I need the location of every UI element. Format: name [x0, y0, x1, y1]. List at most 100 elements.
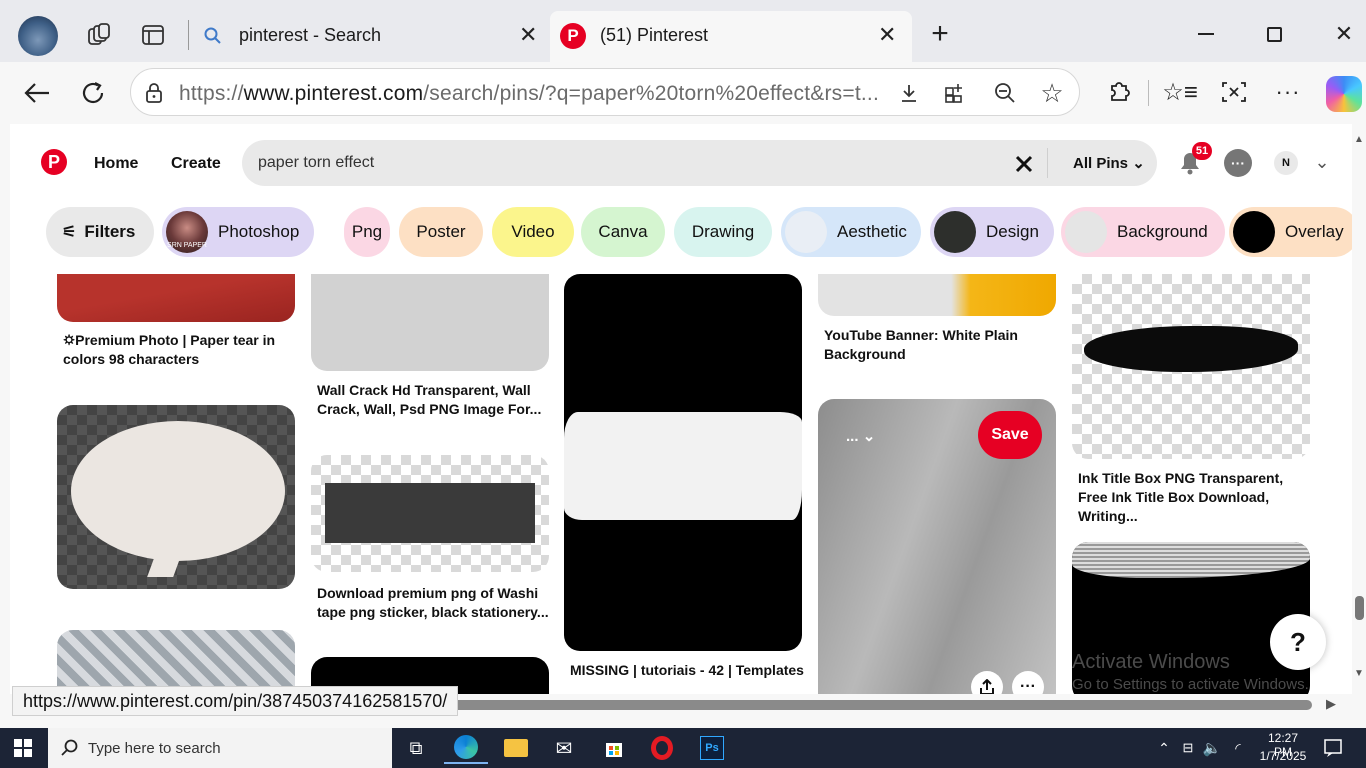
- nav-create[interactable]: Create: [171, 155, 221, 173]
- pin-title[interactable]: Download premium png of Washi tape png s…: [317, 584, 553, 622]
- screenshot-icon[interactable]: [1218, 76, 1250, 108]
- chip-thumbnail: [1233, 211, 1275, 253]
- chip-thumbnail: SRN PAPER: [166, 211, 208, 253]
- toolbar-divider: [1148, 80, 1149, 106]
- workspaces-icon[interactable]: [84, 20, 114, 50]
- chip-aesthetic[interactable]: Aesthetic: [781, 207, 921, 257]
- ink-brush-stroke: [1084, 326, 1298, 372]
- more-options-icon[interactable]: ···: [1012, 671, 1044, 694]
- opera-icon[interactable]: [640, 732, 684, 764]
- photoshop-icon[interactable]: Ps: [690, 732, 734, 764]
- pin-title[interactable]: MISSING | tutoriais - 42 | Templates: [570, 661, 806, 680]
- copilot-icon[interactable]: [1326, 76, 1362, 112]
- torn-paper-strip: [564, 412, 802, 520]
- account-chevron-down-icon[interactable]: ⌄: [1312, 152, 1332, 172]
- board-select-dropdown[interactable]: ... ⌄: [846, 427, 875, 445]
- lock-icon[interactable]: [143, 82, 165, 104]
- help-button[interactable]: ?: [1270, 614, 1326, 670]
- app-available-icon[interactable]: [943, 81, 967, 105]
- more-options-icon[interactable]: ···: [1272, 76, 1304, 108]
- favorite-star-icon[interactable]: ☆: [1039, 78, 1065, 108]
- network-adapter-icon[interactable]: ⊟: [1178, 738, 1198, 758]
- chip-png[interactable]: Png: [344, 207, 390, 257]
- tab-pinterest[interactable]: P (51) Pinterest ✕: [550, 11, 912, 62]
- scroll-right-arrow-icon[interactable]: ▶: [1326, 696, 1336, 712]
- refresh-icon[interactable]: [76, 76, 110, 110]
- nav-home[interactable]: Home: [94, 155, 138, 173]
- wifi-icon[interactable]: ◜: [1228, 738, 1248, 758]
- chevron-down-icon: ⌄: [1132, 155, 1145, 172]
- mail-icon[interactable]: ✉: [542, 732, 586, 764]
- pin-title[interactable]: Wall Crack Hd Transparent, Wall Crack, W…: [317, 381, 553, 419]
- chip-overlay[interactable]: Overlay: [1229, 207, 1359, 257]
- close-tab-icon[interactable]: ✕: [878, 24, 896, 46]
- pin-filter-dropdown[interactable]: All Pins ⌄: [1073, 154, 1145, 172]
- scroll-down-arrow-icon[interactable]: ▼: [1354, 668, 1364, 679]
- back-icon[interactable]: [20, 76, 54, 110]
- new-tab-icon[interactable]: +: [924, 17, 956, 50]
- taskbar-date[interactable]: 1/7/2025: [1258, 749, 1308, 763]
- chip-background[interactable]: Background: [1061, 207, 1225, 257]
- browser-toolbar: https://www.pinterest.com/search/pins/?q…: [0, 62, 1366, 124]
- task-view-icon[interactable]: ⧉: [394, 732, 438, 764]
- minimize-icon[interactable]: [1186, 14, 1226, 54]
- zoom-out-icon[interactable]: [993, 81, 1017, 105]
- avatar[interactable]: N: [1274, 151, 1298, 175]
- tab-search[interactable]: pinterest - Search ✕: [192, 11, 548, 62]
- share-icon[interactable]: [971, 671, 1003, 694]
- profile-avatar[interactable]: [18, 16, 58, 56]
- address-bar[interactable]: https://www.pinterest.com/search/pins/?q…: [130, 68, 1080, 116]
- edge-taskbar-icon[interactable]: [444, 732, 488, 764]
- clear-search-icon[interactable]: [1012, 152, 1036, 176]
- pin-image[interactable]: [311, 274, 549, 371]
- scrollbar-thumb[interactable]: [1355, 596, 1364, 620]
- pin-image[interactable]: [1072, 274, 1310, 459]
- pin-image[interactable]: [311, 455, 549, 572]
- store-icon[interactable]: [592, 732, 636, 764]
- maximize-icon[interactable]: [1254, 14, 1294, 54]
- close-window-icon[interactable]: ✕: [1324, 14, 1364, 54]
- chip-label: Photoshop: [218, 222, 300, 241]
- pin-title[interactable]: 🌣Premium Photo | Paper tear in colors 98…: [63, 331, 299, 369]
- download-icon[interactable]: [897, 81, 921, 105]
- pin-image[interactable]: [564, 274, 802, 651]
- vertical-tabs-icon[interactable]: [138, 20, 168, 50]
- url-text[interactable]: https://www.pinterest.com/search/pins/?q…: [179, 82, 879, 106]
- pinterest-search-box[interactable]: paper torn effect All Pins ⌄: [242, 140, 1157, 186]
- search-input[interactable]: paper torn effect: [258, 154, 374, 172]
- chip-label: Drawing: [691, 222, 755, 241]
- vertical-scrollbar[interactable]: ▲ ▼: [1352, 124, 1366, 694]
- chip-label: Aesthetic: [837, 222, 907, 241]
- extensions-icon[interactable]: [1104, 76, 1134, 106]
- taskbar-search-box[interactable]: Type here to search: [48, 728, 392, 768]
- messages-icon[interactable]: ···: [1224, 149, 1252, 177]
- filters-button[interactable]: ⚟ Filters: [46, 207, 154, 257]
- pin-image[interactable]: [57, 274, 295, 322]
- save-button[interactable]: Save: [978, 411, 1042, 459]
- pin-image[interactable]: [818, 274, 1056, 316]
- chip-design[interactable]: Design: [930, 207, 1054, 257]
- close-tab-icon[interactable]: ✕: [519, 24, 537, 46]
- chip-drawing[interactable]: Drawing: [674, 207, 772, 257]
- pin-title[interactable]: YouTube Banner: White Plain Background: [824, 326, 1060, 364]
- windows-start-icon[interactable]: [12, 737, 34, 759]
- notification-center-icon[interactable]: [1322, 737, 1344, 759]
- file-explorer-icon[interactable]: [494, 732, 538, 764]
- pinterest-header: P Home Create paper torn effect All Pins…: [10, 124, 1359, 274]
- favorites-icon[interactable]: ☆≡: [1162, 76, 1198, 108]
- pin-image[interactable]: [57, 405, 295, 589]
- search-divider: [1047, 148, 1048, 178]
- pin-title[interactable]: Ink Title Box PNG Transparent, Free Ink …: [1078, 469, 1314, 526]
- pin-image[interactable]: [57, 630, 295, 694]
- chip-canva[interactable]: Canva: [581, 207, 665, 257]
- scroll-up-arrow-icon[interactable]: ▲: [1354, 134, 1364, 145]
- volume-icon[interactable]: 🔈: [1202, 738, 1222, 758]
- chip-photoshop[interactable]: SRN PAPER Photoshop: [162, 207, 314, 257]
- tray-chevron-up-icon[interactable]: ⌃: [1154, 738, 1174, 758]
- pinterest-logo-icon[interactable]: P: [41, 149, 67, 175]
- wall-crack-hole: [373, 274, 493, 344]
- chip-poster[interactable]: Poster: [399, 207, 483, 257]
- chip-video[interactable]: Video: [492, 207, 574, 257]
- pin-image-hovered[interactable]: ... ⌄ Save ···: [818, 399, 1056, 694]
- tab-divider: [188, 20, 189, 50]
